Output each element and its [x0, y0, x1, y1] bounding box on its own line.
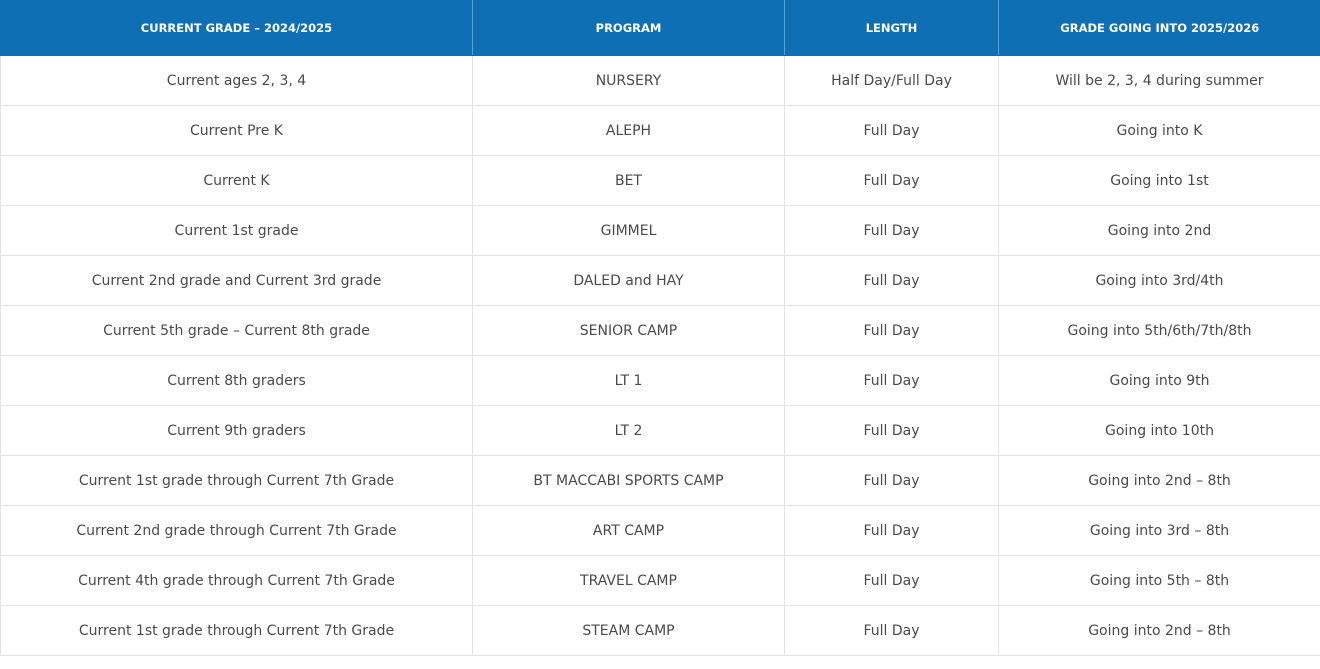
cell-length: Full Day [784, 355, 999, 406]
cell-grade-going-into: Going into 2nd [998, 205, 1320, 256]
cell-grade-going-into: Going into 10th [998, 405, 1320, 456]
cell-current-grade: Current 1st grade through Current 7th Gr… [0, 455, 473, 506]
cell-grade-going-into: Going into 9th [998, 355, 1320, 406]
header-length: LENGTH [784, 0, 999, 56]
cell-program: NURSERY [472, 55, 785, 106]
cell-grade-going-into: Going into 2nd – 8th [998, 455, 1320, 506]
cell-program: SENIOR CAMP [472, 305, 785, 356]
cell-program: ART CAMP [472, 505, 785, 556]
cell-grade-going-into: Going into K [998, 105, 1320, 156]
cell-current-grade: Current 1st grade through Current 7th Gr… [0, 605, 473, 656]
cell-current-grade: Current ages 2, 3, 4 [0, 55, 473, 106]
table-body: Current ages 2, 3, 4 NURSERY Half Day/Full… [0, 55, 1320, 656]
cell-length: Full Day [784, 555, 999, 606]
table-row: Current 1st grade GIMMEL Full Day Going int… [0, 205, 1320, 256]
cell-current-grade: Current 5th grade – Current 8th grade [0, 305, 473, 356]
cell-length: Full Day [784, 505, 999, 556]
cell-current-grade: Current 1st grade [0, 205, 473, 256]
cell-current-grade: Current 8th graders [0, 355, 473, 406]
cell-program: LT 2 [472, 405, 785, 456]
cell-grade-going-into: Going into 5th/6th/7th/8th [998, 305, 1320, 356]
cell-length: Full Day [784, 455, 999, 506]
cell-current-grade: Current 4th grade through Current 7th Gr… [0, 555, 473, 606]
cell-length: Full Day [784, 305, 999, 356]
cell-current-grade: Current 9th graders [0, 405, 473, 456]
cell-length: Full Day [784, 105, 999, 156]
cell-program: BT MACCABI SPORTS CAMP [472, 455, 785, 506]
camp-programs-table: CURRENT GRADE – 2024/2025 PROGRAM LENGTH… [0, 0, 1320, 656]
cell-current-grade: Current 2nd grade and Current 3rd grade [0, 255, 473, 306]
table-header: CURRENT GRADE – 2024/2025 PROGRAM LENGTH… [0, 0, 1320, 56]
cell-length: Full Day [784, 255, 999, 306]
header-current-grade: CURRENT GRADE – 2024/2025 [0, 0, 473, 56]
cell-program: LT 1 [472, 355, 785, 406]
cell-program: BET [472, 155, 785, 206]
table-row: Current 1st grade through Current 7th Gr… [0, 455, 1320, 506]
table-row: Current Pre K ALEPH Full Day Going into K [0, 105, 1320, 156]
cell-grade-going-into: Going into 1st [998, 155, 1320, 206]
cell-length: Full Day [784, 605, 999, 656]
header-row: CURRENT GRADE – 2024/2025 PROGRAM LENGTH… [0, 0, 1320, 56]
cell-grade-going-into: Going into 3rd/4th [998, 255, 1320, 306]
cell-length: Full Day [784, 205, 999, 256]
cell-grade-going-into: Will be 2, 3, 4 during summer [998, 55, 1320, 106]
cell-current-grade: Current Pre K [0, 105, 473, 156]
cell-grade-going-into: Going into 5th – 8th [998, 555, 1320, 606]
table-row: Current 5th grade – Current 8th grade SEN… [0, 305, 1320, 356]
cell-current-grade: Current K [0, 155, 473, 206]
cell-length: Full Day [784, 155, 999, 206]
cell-program: DALED and HAY [472, 255, 785, 306]
cell-program: STEAM CAMP [472, 605, 785, 656]
table-row: Current 9th graders LT 2 Full Day Going int… [0, 405, 1320, 456]
cell-program: ALEPH [472, 105, 785, 156]
cell-program: TRAVEL CAMP [472, 555, 785, 606]
cell-grade-going-into: Going into 2nd – 8th [998, 605, 1320, 656]
table-row: Current K BET Full Day Going into 1st [0, 155, 1320, 206]
cell-length: Half Day/Full Day [784, 55, 999, 106]
header-grade-going-into: GRADE GOING INTO 2025/2026 [998, 0, 1320, 56]
cell-length: Full Day [784, 405, 999, 456]
table-row: Current 8th graders LT 1 Full Day Going int… [0, 355, 1320, 406]
table-row: Current 2nd grade and Current 3rd grade D… [0, 255, 1320, 306]
cell-current-grade: Current 2nd grade through Current 7th Gr… [0, 505, 473, 556]
table-row: Current 1st grade through Current 7th Gr… [0, 605, 1320, 656]
table-row: Current 2nd grade through Current 7th Gr… [0, 505, 1320, 556]
table-row: Current 4th grade through Current 7th Gr… [0, 555, 1320, 606]
table-row: Current ages 2, 3, 4 NURSERY Half Day/Full… [0, 55, 1320, 106]
cell-grade-going-into: Going into 3rd – 8th [998, 505, 1320, 556]
header-program: PROGRAM [472, 0, 785, 56]
cell-program: GIMMEL [472, 205, 785, 256]
